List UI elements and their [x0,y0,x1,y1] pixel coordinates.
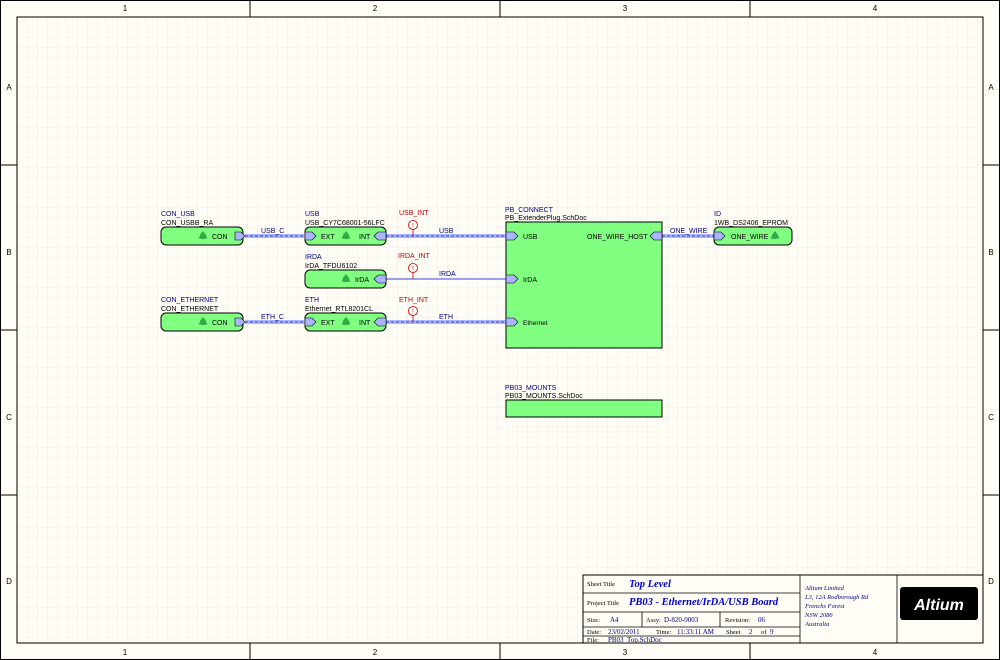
net-label-irda: IRDA [439,271,456,278]
company-address-3: NSW 2086 [804,612,833,619]
entry-label: IrDA [355,277,369,284]
zone-row-c-left: C [6,413,12,422]
flag-irda-int: IRDA_INT [398,253,431,260]
filename: 1WB_DS2406_EPROM [714,220,788,227]
revision-label: Revision: [725,617,750,624]
filename: PB03_MOUNTS.SchDoc [505,393,583,400]
sheet-title-label: Sheet Title [587,581,615,588]
zone-col-4-bottom: 4 [873,648,878,657]
company-name: Altium Limited [804,585,845,592]
entry-label: ONE_WIRE [731,234,769,241]
filename: Ethernet_RTL8201CL [305,306,373,313]
company-address-1: L3, 12A Rodborough Rd [804,594,869,601]
file-value: PB03_Top.SchDoc [608,636,662,644]
sheet-total-value: 9 [770,628,774,636]
schematic-sheet: 1 2 3 4 1 2 3 4 A B C D A B C D USB_C US… [0,0,1000,660]
designator: ID [714,211,721,218]
entry-label: ONE_WIRE_HOST [587,234,648,241]
sheet-title-value: Top Level [629,579,671,590]
time-label: Time: [656,629,671,636]
flag-usb-int: USB_INT [399,210,429,217]
grid-area [17,17,983,643]
zone-row-a-left: A [6,83,12,92]
filename: CON_ETHERNET [161,306,219,313]
zone-col-1-top: 1 [123,4,128,13]
company-address-2: Frenchs Forest [804,603,845,610]
zone-row-d-left: D [6,577,12,586]
date-label: Date: [587,629,601,636]
filename: PB_ExtenderPlug.SchDoc [505,215,587,222]
company-country: Australia [804,621,829,628]
entry-label: USB [523,234,538,241]
net-label-one-wire: ONE_WIRE [670,228,708,235]
zone-col-4-top: 4 [873,4,878,13]
altium-logo: Altium [900,587,978,620]
entry-label: IrDA [523,277,537,284]
designator: CON_USB [161,211,195,218]
flag-eth-int: ETH_INT [399,297,429,304]
zone-row-a-right: A [988,83,994,92]
entry-label: EXT [321,234,335,241]
revision-value: 06 [758,616,766,624]
zone-col-3-top: 3 [623,4,628,13]
logo-text: Altium [913,597,964,614]
size-value: A4 [610,616,619,624]
designator: ETH [305,297,319,304]
filename: IrDA_TFDU6102 [305,263,357,270]
size-label: Size: [587,617,600,624]
zone-row-b-left: B [6,248,11,257]
net-label-usb: USB [439,228,454,235]
zone-col-1-bottom: 1 [123,648,128,657]
time-value: 11:33:11 AM [677,628,715,636]
sheet-symbol-pb-connect[interactable]: PB_CONNECT PB_ExtenderPlug.SchDoc USB Ir… [505,207,663,349]
of-label: of [761,629,767,636]
zone-row-c-right: C [988,413,994,422]
entry-label: INT [359,320,371,327]
zone-row-d-right: D [988,577,994,586]
net-label-eth-c: ETH_C [261,314,284,321]
entry-label: EXT [321,320,335,327]
project-title-label: Project Title [587,600,619,607]
designator: PB_CONNECT [505,207,554,214]
zone-col-2-top: 2 [373,4,378,13]
net-label-usb-c: USB_C [261,228,284,235]
designator: PB03_MOUNTS [505,385,557,392]
designator: IRDA [305,254,322,261]
entry-label: Ethernet [523,320,548,327]
filename: CON_USBB_RA [161,220,213,227]
sheet-label: Sheet [726,629,741,636]
designator: USB [305,211,320,218]
zone-col-2-bottom: 2 [373,648,378,657]
project-title-value: PB03 - Ethernet/IrDA/USB Board [629,597,779,608]
sheet-no-value: 2 [749,628,753,636]
entry-label: CON [212,320,228,327]
date-value: 23/02/2011 [608,628,640,636]
file-label: File: [587,637,599,644]
title-block: Sheet Title Project Title Size: Assy: Re… [582,574,984,644]
assy-value: D-820-0003 [664,616,699,624]
designator: CON_ETHERNET [161,297,219,304]
zone-row-b-right: B [988,248,993,257]
net-label-eth: ETH [439,314,453,321]
filename: USB_CY7C68001-56LFC [305,220,385,227]
assy-label: Assy: [646,617,661,624]
entry-label: INT [359,234,371,241]
entry-label: CON [212,234,228,241]
zone-col-3-bottom: 3 [623,648,628,657]
